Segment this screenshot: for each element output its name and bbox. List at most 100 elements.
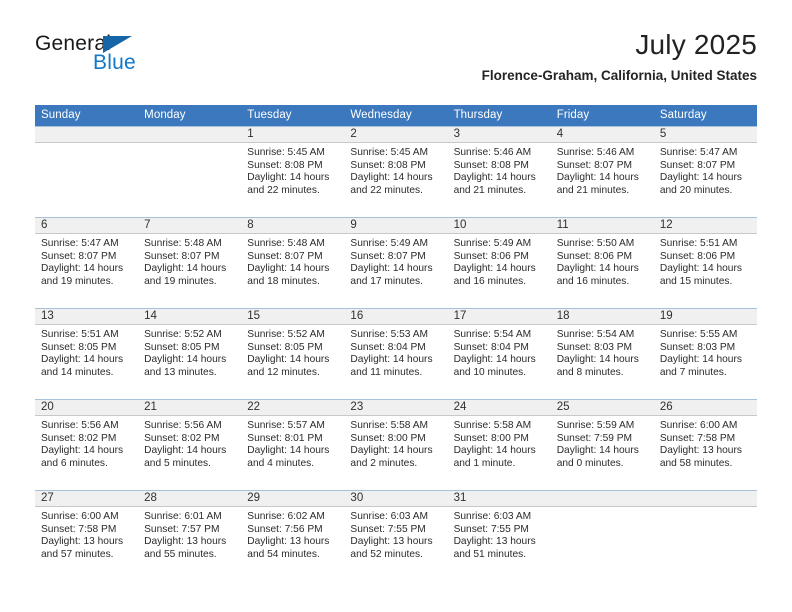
sunrise-text: Sunrise: 5:54 AM [556, 329, 635, 340]
sunrise-text: Sunrise: 5:52 AM [144, 329, 222, 340]
calendar-day-cell[interactable]: 11 Sunrise: 5:50 AM Sunset: 8:06 PM Dayligh… [550, 217, 654, 309]
daylight-text-line1: Daylight: 14 hours [247, 445, 330, 457]
calendar-day-cell[interactable]: 13 Sunrise: 5:51 AM Sunset: 8:05 PM Dayligh… [35, 308, 139, 400]
calendar-day-cell[interactable]: 7 Sunrise: 5:48 AM Sunset: 8:07 PM Daylight… [138, 217, 242, 309]
daylight-text-line2: and 14 minutes. [41, 366, 114, 378]
calendar-day-cell[interactable]: 10 Sunrise: 5:49 AM Sunset: 8:06 PM Dayligh… [447, 217, 551, 309]
calendar-day-cell[interactable]: 25 Sunrise: 5:59 AM Sunset: 7:59 PM Dayligh… [550, 399, 654, 491]
day-number: 1 [241, 127, 345, 143]
sunset-text: Sunset: 7:58 PM [41, 523, 117, 535]
sunset-text: Sunset: 8:00 PM [453, 432, 529, 444]
calendar-week-row: 6 Sunrise: 5:47 AM Sunset: 8:07 PM Daylight… [35, 217, 757, 309]
day-details: Sunrise: 5:59 AM Sunset: 7:59 PM Daylight:… [551, 416, 654, 470]
day-number: 30 [344, 491, 448, 507]
day-number: 2 [344, 127, 448, 143]
calendar-day-cell[interactable]: 16 Sunrise: 5:53 AM Sunset: 8:04 PM Dayligh… [344, 308, 448, 400]
calendar-day-cell[interactable]: 15 Sunrise: 5:52 AM Sunset: 8:05 PM Dayligh… [241, 308, 345, 400]
daylight-text-line1: Daylight: 14 hours [556, 445, 639, 457]
calendar-day-cell[interactable]: 27 Sunrise: 6:00 AM Sunset: 7:58 PM Dayligh… [35, 490, 139, 581]
day-number: 15 [241, 309, 345, 325]
day-number: 16 [344, 309, 448, 325]
daylight-text-line1: Daylight: 14 hours [41, 445, 124, 457]
sunset-text: Sunset: 8:01 PM [247, 432, 323, 444]
day-details: Sunrise: 5:48 AM Sunset: 8:07 PM Daylight:… [138, 234, 241, 288]
calendar-day-cell[interactable]: 5 Sunrise: 5:47 AM Sunset: 8:07 PM Daylight… [653, 126, 757, 218]
calendar-day-cell[interactable]: 1 Sunrise: 5:45 AM Sunset: 8:08 PM Daylight… [241, 126, 345, 218]
calendar-day-cell[interactable]: 23 Sunrise: 5:58 AM Sunset: 8:00 PM Dayligh… [344, 399, 448, 491]
day-number: 5 [653, 127, 757, 143]
calendar-day-cell[interactable]: 6 Sunrise: 5:47 AM Sunset: 8:07 PM Daylight… [35, 217, 139, 309]
calendar-day-cell[interactable]: 29 Sunrise: 6:02 AM Sunset: 7:56 PM Dayligh… [241, 490, 345, 581]
sunset-text: Sunset: 8:03 PM [659, 341, 736, 353]
day-number: 21 [138, 400, 242, 416]
daylight-text-line2: and 0 minutes. [556, 457, 624, 469]
daylight-text-line1: Daylight: 14 hours [659, 263, 742, 275]
sunrise-text: Sunrise: 6:01 AM [144, 511, 222, 522]
daylight-text-line1: Daylight: 13 hours [41, 536, 124, 548]
daylight-text-line1: Daylight: 14 hours [350, 445, 433, 457]
daylight-text-line1: Daylight: 13 hours [453, 536, 536, 548]
calendar-day-cell[interactable]: 24 Sunrise: 5:58 AM Sunset: 8:00 PM Dayligh… [447, 399, 551, 491]
daylight-text-line1: Daylight: 14 hours [41, 263, 124, 275]
weekday-header-monday: Monday [138, 105, 242, 127]
sunset-text: Sunset: 7:55 PM [350, 523, 426, 535]
sunrise-text: Sunrise: 5:56 AM [41, 420, 119, 431]
sunrise-text: Sunrise: 5:46 AM [556, 147, 635, 158]
daylight-text-line2: and 13 minutes. [144, 366, 217, 378]
daylight-text-line1: Daylight: 14 hours [556, 354, 639, 366]
day-number: 6 [35, 218, 139, 234]
calendar-day-cell[interactable]: 4 Sunrise: 5:46 AM Sunset: 8:07 PM Daylight… [550, 126, 654, 218]
day-details: Sunrise: 5:52 AM Sunset: 8:05 PM Daylight:… [241, 325, 344, 379]
day-number: 4 [550, 127, 654, 143]
day-details: Sunrise: 5:47 AM Sunset: 8:07 PM Daylight:… [35, 234, 138, 288]
sunset-text: Sunset: 8:05 PM [41, 341, 117, 353]
sunset-text: Sunset: 8:06 PM [453, 250, 529, 262]
daylight-text-line1: Daylight: 14 hours [556, 263, 639, 275]
calendar-day-cell[interactable]: 21 Sunrise: 5:56 AM Sunset: 8:02 PM Dayligh… [138, 399, 242, 491]
sunset-text: Sunset: 7:58 PM [659, 432, 736, 444]
calendar-day-cell[interactable]: 17 Sunrise: 5:54 AM Sunset: 8:04 PM Dayligh… [447, 308, 551, 400]
general-blue-logo[interactable]: General Blue [35, 32, 155, 80]
calendar-day-cell-empty [550, 490, 654, 581]
calendar-day-cell[interactable]: 18 Sunrise: 5:54 AM Sunset: 8:03 PM Dayligh… [550, 308, 654, 400]
calendar-day-cell-empty [653, 490, 757, 581]
calendar-day-cell[interactable]: 26 Sunrise: 6:00 AM Sunset: 7:58 PM Dayligh… [653, 399, 757, 491]
day-number: 26 [653, 400, 757, 416]
day-number [550, 491, 654, 507]
sunset-text: Sunset: 7:56 PM [247, 523, 323, 535]
daylight-text-line1: Daylight: 14 hours [144, 263, 227, 275]
calendar-day-cell[interactable]: 9 Sunrise: 5:49 AM Sunset: 8:07 PM Daylight… [344, 217, 448, 309]
daylight-text-line1: Daylight: 14 hours [453, 445, 536, 457]
daylight-text-line2: and 22 minutes. [247, 184, 320, 196]
sunrise-text: Sunrise: 5:49 AM [453, 238, 532, 249]
daylight-text-line1: Daylight: 14 hours [247, 172, 330, 184]
day-number: 10 [447, 218, 551, 234]
day-number: 13 [35, 309, 139, 325]
sunrise-text: Sunrise: 6:00 AM [41, 511, 119, 522]
sunset-text: Sunset: 8:02 PM [41, 432, 117, 444]
daylight-text-line2: and 22 minutes. [350, 184, 423, 196]
calendar-week-row: 20 Sunrise: 5:56 AM Sunset: 8:02 PM Dayligh… [35, 399, 757, 491]
day-details: Sunrise: 6:00 AM Sunset: 7:58 PM Daylight:… [35, 507, 138, 561]
daylight-text-line1: Daylight: 14 hours [453, 172, 536, 184]
daylight-text-line1: Daylight: 14 hours [350, 263, 433, 275]
day-details: Sunrise: 6:01 AM Sunset: 7:57 PM Daylight:… [138, 507, 241, 561]
calendar-day-cell[interactable]: 19 Sunrise: 5:55 AM Sunset: 8:03 PM Dayligh… [653, 308, 757, 400]
daylight-text-line1: Daylight: 13 hours [350, 536, 433, 548]
calendar-day-cell[interactable]: 22 Sunrise: 5:57 AM Sunset: 8:01 PM Dayligh… [241, 399, 345, 491]
calendar-day-cell[interactable]: 14 Sunrise: 5:52 AM Sunset: 8:05 PM Dayligh… [138, 308, 242, 400]
calendar-day-cell[interactable]: 12 Sunrise: 5:51 AM Sunset: 8:06 PM Dayligh… [653, 217, 757, 309]
calendar-day-cell[interactable]: 31 Sunrise: 6:03 AM Sunset: 7:55 PM Dayligh… [447, 490, 551, 581]
calendar-day-cell[interactable]: 30 Sunrise: 6:03 AM Sunset: 7:55 PM Dayligh… [344, 490, 448, 581]
calendar-day-cell[interactable]: 8 Sunrise: 5:48 AM Sunset: 8:07 PM Daylight… [241, 217, 345, 309]
day-details: Sunrise: 6:03 AM Sunset: 7:55 PM Daylight:… [448, 507, 551, 561]
calendar-day-cell[interactable]: 2 Sunrise: 5:45 AM Sunset: 8:08 PM Daylight… [344, 126, 448, 218]
calendar-day-cell[interactable]: 3 Sunrise: 5:46 AM Sunset: 8:08 PM Daylight… [447, 126, 551, 218]
location-subtitle: Florence-Graham, California, United Stat… [481, 68, 757, 83]
calendar-day-cell[interactable]: 20 Sunrise: 5:56 AM Sunset: 8:02 PM Dayligh… [35, 399, 139, 491]
daylight-text-line1: Daylight: 14 hours [453, 354, 536, 366]
sunrise-text: Sunrise: 5:58 AM [350, 420, 429, 431]
calendar-day-cell[interactable]: 28 Sunrise: 6:01 AM Sunset: 7:57 PM Dayligh… [138, 490, 242, 581]
sunrise-text: Sunrise: 5:51 AM [659, 238, 738, 249]
sunset-text: Sunset: 7:59 PM [556, 432, 633, 444]
